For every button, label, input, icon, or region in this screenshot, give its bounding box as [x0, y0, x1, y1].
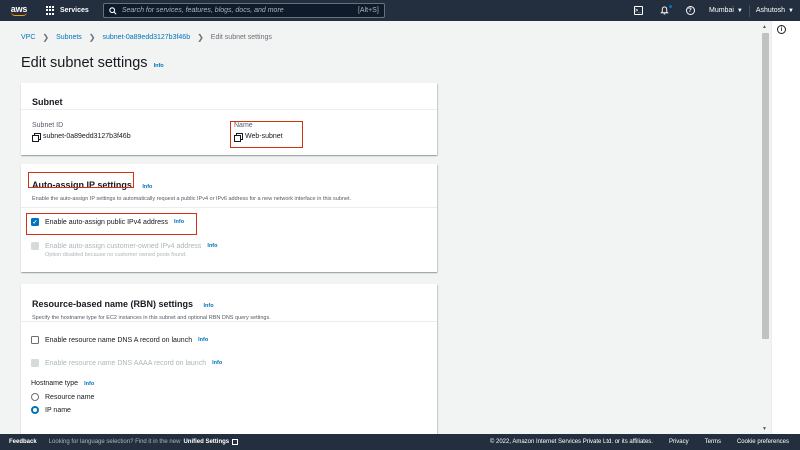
- region-selector[interactable]: Mumbai ▼: [703, 0, 749, 21]
- search-input[interactable]: Search for services, features, blogs, do…: [102, 3, 385, 18]
- auto-assign-info-link[interactable]: Info: [142, 184, 152, 190]
- rbn-panel-header: Resource-based name (RBN) settings Info …: [21, 284, 437, 322]
- terms-link[interactable]: Terms: [705, 439, 721, 445]
- radio-resource-name-label: Resource name: [45, 393, 95, 401]
- radio-unselected-icon[interactable]: [31, 393, 39, 401]
- account-label: Ashutosh: [755, 7, 786, 14]
- privacy-link[interactable]: Privacy: [669, 439, 689, 445]
- search-shortcut-hint: [Alt+S]: [357, 7, 379, 14]
- radio-ip-name[interactable]: IP name: [31, 406, 71, 414]
- subnet-panel: Subnet Subnet ID subnet-0a89edd3127b3f46…: [21, 83, 437, 155]
- services-label: Services: [60, 7, 89, 14]
- aws-logo-smile: [11, 12, 27, 16]
- customer-owned-checkbox-row: Enable auto-assign customer-owned IPv4 a…: [31, 242, 218, 250]
- heading-highlight-box: [28, 172, 134, 188]
- breadcrumb-subnet-id[interactable]: subnet-0a89edd3127b3f46b: [103, 34, 191, 41]
- top-navigation-bar: aws Services Search for services, featur…: [0, 0, 800, 21]
- dns-a-info-link[interactable]: Info: [198, 337, 208, 343]
- breadcrumb-subnets[interactable]: Subnets: [56, 34, 82, 41]
- radio-ip-name-label: IP name: [45, 406, 71, 414]
- account-menu[interactable]: Ashutosh ▼: [750, 0, 800, 21]
- subnet-id-label: Subnet ID: [32, 122, 64, 129]
- search-icon: [109, 6, 117, 15]
- scrollbar-thumb[interactable]: [762, 33, 769, 339]
- hostname-type-label: Hostname type: [31, 380, 79, 387]
- chevron-right-icon: ❯: [88, 33, 96, 42]
- breadcrumb-current: Edit subnet settings: [210, 34, 272, 41]
- footer: Feedback Looking for language selection?…: [0, 434, 800, 450]
- dns-a-label: Enable resource name DNS A record on lau…: [45, 336, 193, 344]
- dns-aaaa-info-link[interactable]: Info: [212, 360, 222, 366]
- breadcrumb-vpc[interactable]: VPC: [21, 34, 35, 41]
- notifications-button[interactable]: [659, 4, 672, 16]
- customer-owned-label: Enable auto-assign customer-owned IPv4 a…: [45, 242, 202, 250]
- radio-resource-name[interactable]: Resource name: [31, 393, 94, 401]
- bell-icon: [659, 6, 669, 15]
- hostname-type-info-link[interactable]: Info: [84, 381, 94, 387]
- chevron-right-icon: ❯: [197, 33, 204, 42]
- subnet-panel-header: Subnet: [21, 83, 437, 110]
- services-menu-button[interactable]: Services: [46, 0, 89, 21]
- cookie-preferences-link[interactable]: Cookie preferences: [737, 439, 789, 445]
- notification-dot: [669, 4, 672, 8]
- aws-logo[interactable]: aws: [4, 0, 34, 21]
- rbn-info-link[interactable]: Info: [204, 303, 214, 309]
- copy-icon[interactable]: [32, 133, 41, 142]
- help-icon: ?: [685, 6, 695, 15]
- caret-down-icon: ▼: [736, 7, 743, 14]
- name-highlight-box: [230, 121, 303, 148]
- search-placeholder: Search for services, features, blogs, do…: [121, 7, 284, 14]
- customer-owned-note: Option disabled because no customer owne…: [45, 252, 187, 258]
- rbn-title: Resource-based name (RBN) settings: [32, 299, 194, 309]
- scroll-up-icon[interactable]: ▲: [762, 24, 767, 30]
- dns-a-checkbox-row[interactable]: Enable resource name DNS A record on lau…: [31, 336, 208, 344]
- hostname-type-label-row: Hostname type Info: [31, 380, 94, 387]
- ipv4-highlight-box: [26, 213, 197, 235]
- scroll-down-icon[interactable]: ▼: [762, 426, 767, 432]
- grid-icon: [46, 6, 55, 15]
- help-button[interactable]: ?: [685, 6, 695, 16]
- chevron-right-icon: ❯: [42, 33, 50, 42]
- subnet-id-value: subnet-0a89edd3127b3f46b: [32, 133, 131, 142]
- copyright-text: © 2022, Amazon Internet Services Private…: [489, 439, 653, 445]
- checkbox-disabled-icon: [31, 242, 39, 250]
- radio-selected-icon[interactable]: [31, 406, 39, 414]
- help-panel-rail: [771, 21, 800, 434]
- subnet-id-text: subnet-0a89edd3127b3f46b: [43, 133, 131, 140]
- customer-owned-info-link[interactable]: Info: [207, 243, 217, 249]
- feedback-link[interactable]: Feedback: [9, 439, 37, 445]
- cloudshell-button[interactable]: >_: [633, 6, 643, 16]
- page-title: Edit subnet settings: [21, 55, 148, 71]
- dns-aaaa-checkbox-row: Enable resource name DNS AAAA record on …: [31, 359, 222, 367]
- info-panel-icon[interactable]: i: [777, 25, 786, 34]
- breadcrumb: VPC ❯ Subnets ❯ subnet-0a89edd3127b3f46b…: [21, 33, 272, 42]
- rbn-description: Specify the hostname type for EC2 instan…: [32, 315, 271, 321]
- checkbox-disabled-icon: [31, 359, 39, 367]
- cloudshell-icon: >_: [633, 6, 643, 15]
- page-info-link[interactable]: Info: [154, 63, 164, 69]
- subnet-panel-title: Subnet: [32, 97, 63, 107]
- region-label: Mumbai: [709, 7, 734, 14]
- page-header: Edit subnet settings Info: [21, 55, 164, 71]
- language-prompt: Looking for language selection? Find it …: [48, 439, 181, 445]
- unified-settings-link[interactable]: Unified Settings: [183, 439, 229, 445]
- subnet-id-field: Subnet ID subnet-0a89edd3127b3f46b: [32, 122, 131, 142]
- auto-assign-description: Enable the auto-assign IP settings to au…: [32, 196, 352, 202]
- caret-down-icon: ▼: [788, 7, 794, 14]
- dns-aaaa-label: Enable resource name DNS AAAA record on …: [45, 359, 207, 367]
- checkbox-empty-icon[interactable]: [31, 336, 39, 344]
- external-link-icon: [232, 439, 239, 445]
